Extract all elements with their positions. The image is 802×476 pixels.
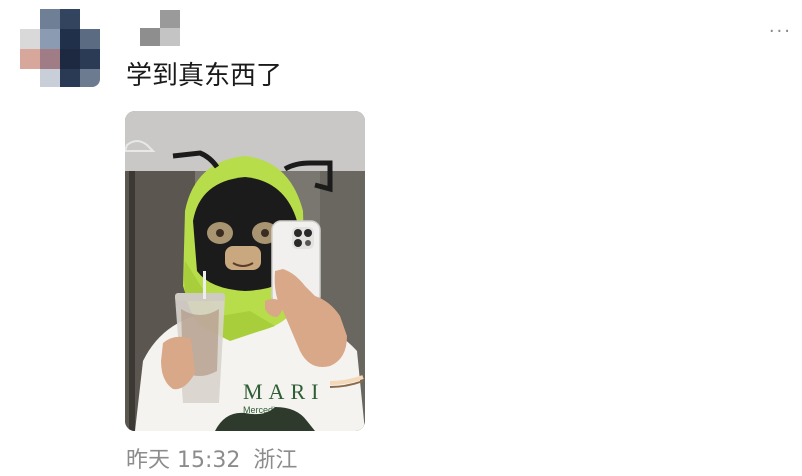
avatar-pixel bbox=[40, 29, 60, 49]
avatar-pixel bbox=[80, 49, 100, 69]
avatar-pixel bbox=[20, 49, 40, 69]
avatar-pixel bbox=[60, 29, 80, 49]
post-time: 昨天 15:32 bbox=[126, 448, 241, 473]
post-photo[interactable]: MARI Mercedi bbox=[125, 111, 365, 431]
username-pixel bbox=[160, 28, 180, 46]
avatar-pixel bbox=[40, 49, 60, 69]
avatar-pixel bbox=[20, 29, 40, 49]
username-pixel bbox=[160, 10, 180, 28]
avatar-pixel bbox=[80, 69, 100, 87]
post-photo-image: MARI Mercedi bbox=[125, 111, 365, 431]
avatar-pixel bbox=[40, 9, 60, 29]
post-location: 浙江 bbox=[253, 448, 298, 473]
username[interactable] bbox=[138, 10, 182, 48]
avatar-pixel bbox=[80, 29, 100, 49]
more-icon: ... bbox=[768, 16, 792, 37]
avatar[interactable] bbox=[20, 9, 100, 87]
avatar-pixel bbox=[40, 69, 60, 87]
avatar-pixel bbox=[60, 69, 80, 87]
avatar-pixel bbox=[60, 49, 80, 69]
post-text: 学到真东西了 bbox=[126, 61, 283, 91]
shirt-text: MARI bbox=[243, 379, 324, 404]
post-meta: 昨天 15:32 浙江 bbox=[126, 446, 303, 476]
username-pixel bbox=[140, 28, 160, 46]
more-options-button[interactable]: ... bbox=[769, 18, 792, 36]
avatar-pixel bbox=[60, 9, 80, 29]
